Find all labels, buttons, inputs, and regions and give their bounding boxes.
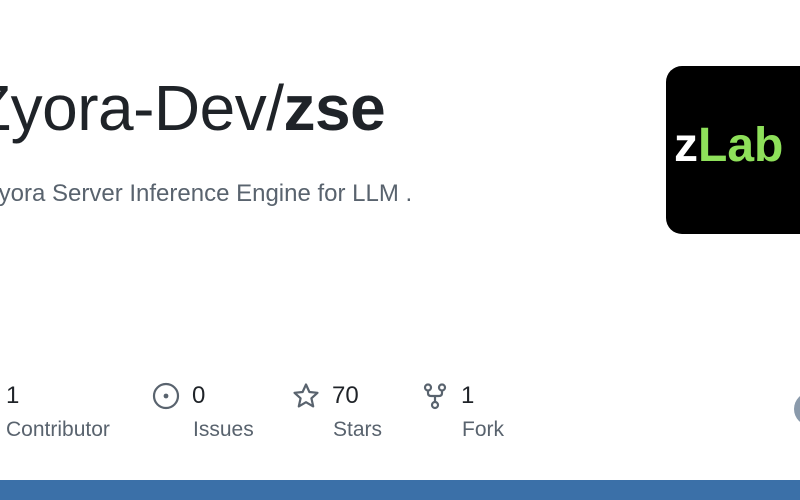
stat-issues[interactable]: 0 Issues [152,378,254,442]
stat-contributors[interactable]: 1 Contributor [0,378,110,442]
repo-title[interactable]: Zyora-Dev/zse [0,70,386,147]
repo-description: Zyora Server Inference Engine for LLM . [0,180,413,207]
fork-icon [421,382,449,410]
repo-owner[interactable]: Zyora-Dev/ [0,72,284,144]
repo-name[interactable]: zse [284,72,386,144]
footer-accent-bar [0,480,800,500]
stat-forks[interactable]: 1 Fork [421,378,504,442]
stat-issues-label: Issues [193,418,254,441]
stat-stars-label: Stars [333,418,383,441]
stat-stars[interactable]: 70 Stars [292,378,382,442]
stat-forks-label: Fork [462,418,504,441]
logo-text-lab: Lab [698,119,784,172]
avatar[interactable] [794,392,800,426]
logo-wordmark: zLab [674,122,783,170]
stat-stars-value: 70 [332,382,359,409]
issue-icon [152,382,180,410]
repo-logo: zLab [666,66,800,234]
star-icon [292,382,320,410]
stat-contributors-value: 1 [6,382,20,409]
stat-forks-value: 1 [461,382,475,409]
logo-text-z: z [674,119,698,172]
stat-contributors-label: Contributor [6,418,110,441]
stat-issues-value: 0 [192,382,206,409]
